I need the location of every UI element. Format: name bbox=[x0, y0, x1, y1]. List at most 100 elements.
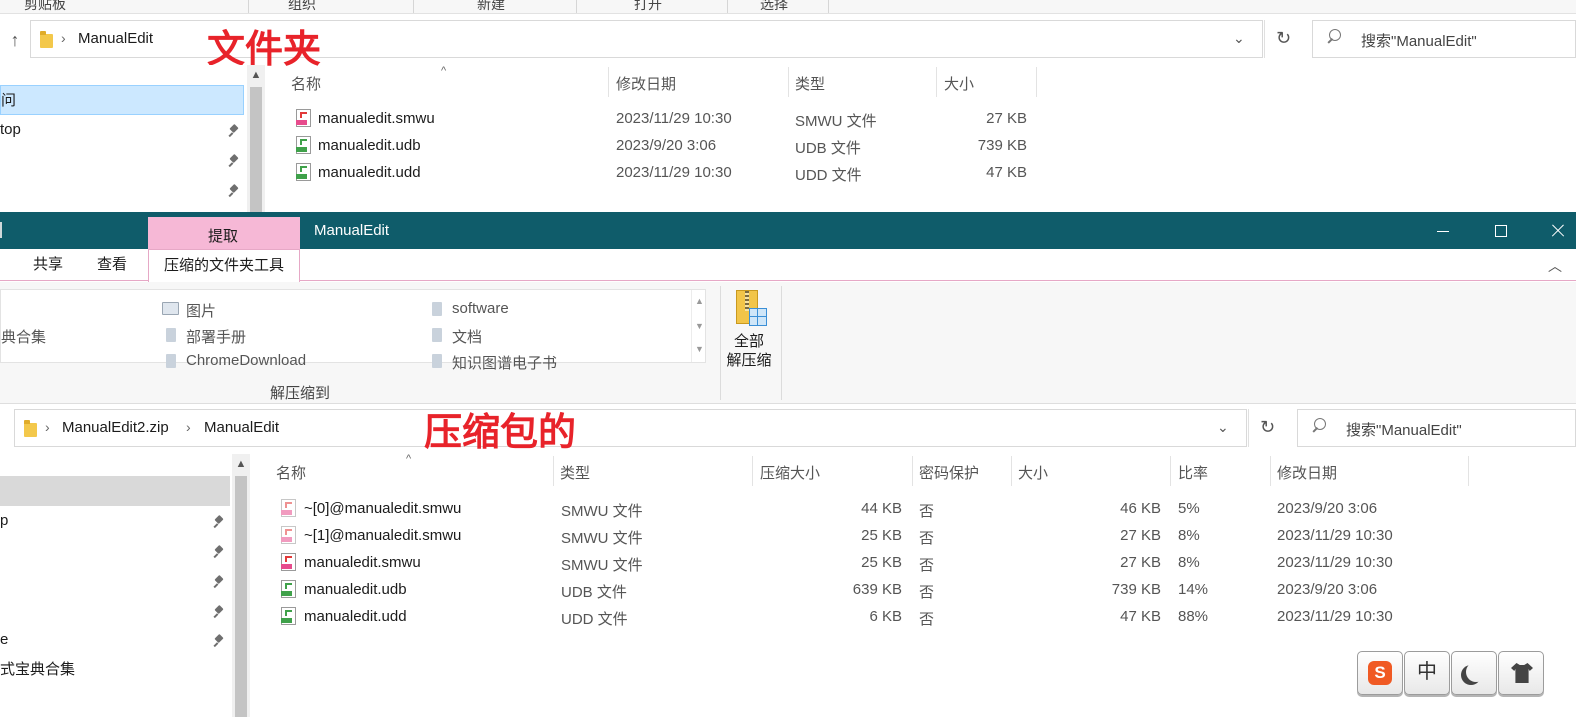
zip-file-row[interactable]: ~[1]@manualedit.smwu SMWU 文件 25 KB 否 27 … bbox=[271, 524, 1471, 548]
nav-item[interactable]: 式宝典合集 bbox=[0, 655, 230, 685]
scrollbar-thumb[interactable] bbox=[235, 476, 247, 717]
sogou-logo-icon[interactable]: S bbox=[1357, 651, 1403, 695]
column-divider[interactable] bbox=[1036, 67, 1037, 97]
tab-compressed-folder-tools[interactable]: 压缩的文件夹工具 bbox=[148, 249, 300, 282]
gallery-item-deploy-manual[interactable]: 部署手册 bbox=[186, 326, 246, 347]
chevron-down-icon[interactable]: ⌄ bbox=[1217, 419, 1229, 436]
nav-item-selected[interactable] bbox=[0, 476, 230, 506]
zip-file-row[interactable]: ~[0]@manualedit.smwu SMWU 文件 44 KB 否 46 … bbox=[271, 497, 1471, 521]
zip-address-bar[interactable]: › ManualEdit2.zip › ManualEdit ⌄ ↻ bbox=[14, 409, 1275, 447]
ime-chinese-mode-button[interactable]: 中 bbox=[1404, 651, 1450, 695]
moon-icon[interactable] bbox=[1451, 651, 1497, 695]
file-size: 27 KB bbox=[1120, 527, 1161, 544]
pin-icon[interactable] bbox=[229, 154, 239, 168]
zip-search-box[interactable]: 搜索"ManualEdit" bbox=[1297, 409, 1576, 447]
pin-icon[interactable] bbox=[214, 605, 224, 619]
pin-icon[interactable] bbox=[214, 515, 224, 529]
chevron-right-icon[interactable]: › bbox=[61, 30, 66, 46]
zip-file-row[interactable]: manualedit.udd UDD 文件 6 KB 否 47 KB 88% 2… bbox=[271, 605, 1471, 629]
column-header-modified[interactable]: 修改日期 bbox=[616, 73, 676, 94]
pin-icon[interactable] bbox=[229, 124, 239, 138]
context-tab-extract[interactable]: 提取 bbox=[148, 217, 300, 250]
column-header-type[interactable]: 类型 bbox=[795, 73, 825, 94]
breadcrumb-zip[interactable]: ManualEdit2.zip bbox=[62, 419, 169, 436]
column-header-name[interactable]: 名称 bbox=[291, 73, 321, 94]
breadcrumb-manualedit[interactable]: ManualEdit bbox=[78, 30, 153, 47]
gallery-scroll-down-icon[interactable]: ▼ bbox=[695, 321, 704, 331]
gallery-scrollbar[interactable]: ▲ ▼ ▼ bbox=[691, 290, 707, 362]
column-divider[interactable] bbox=[788, 67, 789, 97]
file-compressed-size: 639 KB bbox=[852, 581, 902, 598]
udd-file-icon bbox=[281, 607, 296, 625]
minimize-button[interactable] bbox=[1417, 212, 1469, 249]
maximize-button[interactable] bbox=[1475, 212, 1527, 249]
nav-item[interactable] bbox=[0, 536, 230, 566]
extract-to-gallery[interactable]: 典合集 图片 部署手册 ChromeDownload software 文档 知… bbox=[0, 289, 707, 372]
nav-item[interactable]: e bbox=[0, 625, 230, 655]
nav-item[interactable] bbox=[0, 145, 244, 175]
column-divider[interactable] bbox=[936, 67, 937, 97]
column-header-name[interactable]: 名称 bbox=[276, 462, 306, 483]
column-divider[interactable] bbox=[1468, 456, 1469, 486]
column-header-size[interactable]: 大小 bbox=[944, 73, 974, 94]
file-row[interactable]: manualedit.udb 2023/9/20 3:06 UDB 文件 739… bbox=[285, 134, 1035, 158]
nav-item-desktop[interactable]: p bbox=[0, 506, 230, 536]
zip-file-row[interactable]: manualedit.smwu SMWU 文件 25 KB 否 27 KB 8%… bbox=[271, 551, 1471, 575]
nav-scrollbar[interactable]: ▲ bbox=[247, 65, 265, 212]
ribbon-group-open: 打开 bbox=[634, 0, 662, 12]
breadcrumb-manualedit[interactable]: ManualEdit bbox=[204, 419, 279, 436]
column-divider[interactable] bbox=[752, 456, 753, 486]
column-header-compressed-size[interactable]: 压缩大小 bbox=[760, 462, 820, 483]
shirt-icon[interactable] bbox=[1498, 651, 1544, 695]
nav-item-quick-access[interactable]: 问 bbox=[0, 85, 244, 115]
column-header-modified[interactable]: 修改日期 bbox=[1277, 462, 1337, 483]
gallery-item-documents[interactable]: 文档 bbox=[452, 326, 482, 347]
top-search-box[interactable]: 搜索"ManualEdit" bbox=[1312, 20, 1576, 58]
refresh-icon[interactable]: ↻ bbox=[1248, 409, 1286, 447]
column-divider[interactable] bbox=[1270, 456, 1271, 486]
column-divider[interactable] bbox=[1011, 456, 1012, 486]
pin-icon[interactable] bbox=[214, 575, 224, 589]
close-button[interactable] bbox=[1532, 212, 1576, 249]
pin-icon[interactable] bbox=[214, 545, 224, 559]
tab-share[interactable]: 共享 bbox=[20, 249, 76, 281]
pin-icon[interactable] bbox=[229, 184, 239, 198]
refresh-icon[interactable]: ↻ bbox=[1264, 20, 1302, 58]
scrollbar-thumb[interactable] bbox=[250, 87, 262, 212]
file-row[interactable]: manualedit.udd 2023/11/29 10:30 UDD 文件 4… bbox=[285, 161, 1035, 185]
column-header-ratio[interactable]: 比率 bbox=[1178, 462, 1208, 483]
gallery-item-pictures[interactable]: 图片 bbox=[186, 300, 216, 321]
gallery-item-software[interactable]: software bbox=[452, 300, 509, 317]
nav-item[interactable] bbox=[0, 596, 230, 626]
pin-icon[interactable] bbox=[214, 634, 224, 648]
zip-file-row[interactable]: manualedit.udb UDB 文件 639 KB 否 739 KB 14… bbox=[271, 578, 1471, 602]
chevron-right-icon[interactable]: › bbox=[186, 419, 191, 435]
gallery-more-icon[interactable]: ▼ bbox=[695, 344, 704, 354]
file-row[interactable]: manualedit.smwu 2023/11/29 10:30 SMWU 文件… bbox=[285, 107, 1035, 131]
extract-all-button[interactable]: 全部 解压缩 bbox=[724, 286, 780, 380]
chevron-down-icon[interactable]: ⌄ bbox=[1233, 30, 1245, 47]
gallery-scroll-up-icon[interactable]: ▲ bbox=[695, 296, 704, 306]
chevron-up-icon[interactable]: ︿ bbox=[1548, 256, 1562, 276]
chevron-right-icon[interactable]: › bbox=[45, 419, 50, 435]
nav-item[interactable] bbox=[0, 175, 244, 205]
column-divider[interactable] bbox=[912, 456, 913, 486]
scroll-up-icon[interactable]: ▲ bbox=[250, 69, 262, 81]
folder-icon bbox=[432, 302, 442, 316]
nav-item-desktop[interactable]: top bbox=[0, 115, 244, 145]
scroll-up-icon[interactable]: ▲ bbox=[235, 458, 247, 470]
gallery-item-chrome-download[interactable]: ChromeDownload bbox=[186, 352, 306, 369]
column-header-size[interactable]: 大小 bbox=[1018, 462, 1048, 483]
column-divider[interactable] bbox=[1170, 456, 1171, 486]
up-arrow-icon[interactable]: ↑ bbox=[6, 31, 24, 49]
column-divider[interactable] bbox=[608, 67, 609, 97]
gallery-item-partial[interactable]: 典合集 bbox=[1, 326, 46, 347]
nav-item[interactable] bbox=[0, 566, 230, 596]
column-header-password[interactable]: 密码保护 bbox=[919, 462, 979, 483]
column-header-type[interactable]: 类型 bbox=[560, 462, 590, 483]
column-divider[interactable] bbox=[553, 456, 554, 486]
nav-scrollbar[interactable]: ▲ bbox=[232, 454, 250, 717]
tab-view[interactable]: 查看 bbox=[84, 249, 140, 281]
gallery-item-kg-ebooks[interactable]: 知识图谱电子书 bbox=[452, 352, 557, 373]
file-size: 47 KB bbox=[986, 164, 1027, 181]
